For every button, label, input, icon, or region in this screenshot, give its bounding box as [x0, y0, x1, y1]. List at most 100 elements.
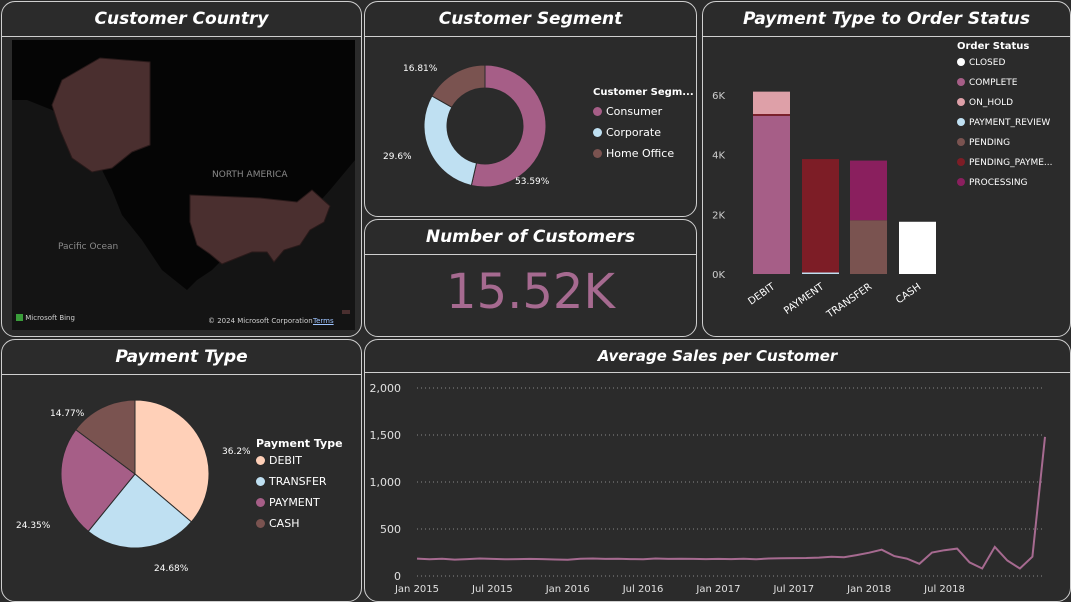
bar-segment-debit-complete[interactable]: [753, 115, 790, 274]
order-status-legend-title: Order Status: [957, 41, 1030, 52]
legend-consumer[interactable]: Consumer: [593, 105, 662, 118]
bar-segment-transfer-pending[interactable]: [850, 220, 887, 274]
y-tick-label: 4K: [712, 151, 725, 162]
legend-swatch: [957, 158, 965, 166]
legend-transfer-label: TRANSFER: [269, 475, 327, 488]
x-tick-label: Jul 2016: [622, 584, 664, 595]
x-tick-label: CASH: [894, 281, 923, 306]
customer-country-title: Customer Country: [2, 2, 361, 37]
payment-type-panel: Payment Type 36.2% 24.68% 24.35% 14.77% Pay…: [1, 339, 362, 602]
legend-swatch: [957, 118, 965, 126]
number-of-customers-title: Number of Customers: [365, 220, 696, 255]
x-tick-label: Jan 2016: [545, 584, 590, 595]
legend-label: CLOSED: [969, 58, 1006, 68]
payment-status-title: Payment Type to Order Status: [703, 2, 1070, 37]
y-tick-label: 500: [380, 523, 401, 536]
payment-type-title: Payment Type: [2, 340, 361, 375]
bar-segment-debit-on_hold[interactable]: [753, 91, 790, 115]
legend-label: PROCESSING: [969, 178, 1028, 188]
legend-swatch: [957, 58, 965, 66]
home-office-swatch: [593, 149, 602, 158]
donut-data-label: 29.6%: [383, 152, 412, 162]
consumer-swatch: [593, 107, 602, 116]
average-sales-line-chart[interactable]: 0 500 1,000 1,500 2,000 Jan 2015 Jul 2015 Jan 2…: [365, 374, 1070, 602]
pie-data-label: 14.77%: [50, 409, 85, 419]
legend-transfer[interactable]: TRANSFER: [256, 475, 327, 488]
map-terms-link[interactable]: Terms: [313, 317, 334, 325]
segment-legend-title: Customer Segm...: [593, 87, 694, 98]
map-label-pacific: Pacific Ocean: [58, 242, 119, 252]
y-tick-label: 0: [394, 570, 401, 583]
x-tick-label: Jan 2015: [394, 584, 439, 595]
legend-home-office-label: Home Office: [606, 147, 675, 160]
legend-closed[interactable]: CLOSED: [957, 58, 1005, 68]
y-tick-label: 1,500: [370, 429, 402, 442]
map-puerto-rico[interactable]: [342, 310, 350, 314]
legend-label: PAYMENT_REVIEW: [969, 118, 1051, 128]
x-tick-label: PAYMENT: [782, 281, 827, 317]
bar-segment-transfer-processing[interactable]: [850, 160, 887, 221]
map-copyright: © 2024 Microsoft Corporation: [208, 317, 313, 325]
x-tick-label: TRANSFER: [824, 281, 874, 321]
corporate-swatch: [593, 128, 602, 137]
transfer-swatch: [256, 477, 265, 486]
y-tick-label: 2,000: [370, 382, 402, 395]
legend-label: COMPLETE: [969, 78, 1018, 88]
bar-segment-payment-payment_review[interactable]: [802, 272, 839, 274]
payment-status-panel: Payment Type to Order Status 0K 2K 4K 6K DEB…: [702, 1, 1071, 337]
pie-data-label: 24.68%: [154, 564, 189, 574]
legend-corporate[interactable]: Corporate: [593, 126, 661, 139]
legend-complete[interactable]: COMPLETE: [957, 78, 1017, 88]
average-sales-panel: Average Sales per Customer 0 500 1,000 1,50…: [364, 339, 1071, 602]
bing-label: Microsoft Bing: [25, 314, 75, 322]
legend-label: ON_HOLD: [969, 98, 1014, 108]
stacked-bar-chart[interactable]: 0K 2K 4K 6K DEBIT PAYMENTTRANSFER CASH: [703, 38, 953, 337]
x-tick-label: Jul 2015: [471, 584, 513, 595]
donut-slice-home-office[interactable]: [431, 64, 486, 108]
legend-cash[interactable]: CASH: [256, 517, 299, 530]
legend-pending[interactable]: PENDING: [957, 138, 1010, 148]
map-label-north-america: NORTH AMERICA: [212, 170, 288, 180]
donut-data-label: 53.59%: [515, 177, 550, 187]
bing-logo: Microsoft Bing: [16, 314, 75, 322]
legend-swatch: [957, 178, 965, 186]
x-tick-label: DEBIT: [746, 281, 778, 308]
y-tick-label: 6K: [712, 91, 725, 102]
legend-payment_review[interactable]: PAYMENT_REVIEW: [957, 118, 1050, 128]
average-sales-line[interactable]: [416, 436, 1046, 570]
legend-corporate-label: Corporate: [606, 126, 661, 139]
legend-cash-label: CASH: [269, 517, 300, 530]
x-tick-label: Jan 2017: [695, 584, 740, 595]
legend-processing[interactable]: PROCESSING: [957, 178, 1028, 188]
bar-segment-debit-pending_payme[interactable]: [753, 114, 790, 116]
legend-swatch: [957, 138, 965, 146]
payment-swatch: [256, 498, 265, 507]
legend-home-office[interactable]: Home Office: [593, 147, 674, 160]
legend-swatch: [957, 98, 965, 106]
map-usa[interactable]: [189, 189, 331, 265]
pie-data-label: 24.35%: [16, 521, 51, 531]
legend-swatch: [957, 78, 965, 86]
x-tick-label: Jul 2018: [923, 584, 965, 595]
donut-slice-corporate[interactable]: [423, 95, 478, 187]
bing-logo-icon: [16, 314, 23, 321]
x-tick-label: Jul 2017: [772, 584, 814, 595]
legend-on_hold[interactable]: ON_HOLD: [957, 98, 1013, 108]
payment-type-pie-chart[interactable]: 36.2% 24.68% 24.35% 14.77%: [2, 376, 362, 602]
pie-data-label: 36.2%: [222, 447, 251, 457]
customer-segment-title: Customer Segment: [365, 2, 696, 37]
bar-segment-payment-pending_payme[interactable]: [802, 159, 839, 273]
legend-debit[interactable]: DEBIT: [256, 454, 302, 467]
x-tick-label: Jan 2018: [846, 584, 891, 595]
bar-segment-cash-closed[interactable]: [899, 221, 936, 274]
number-of-customers-panel: Number of Customers 15.52K: [364, 219, 697, 337]
customer-segment-panel: Customer Segment 53.59% 29.6% 16.81% Custo…: [364, 1, 697, 217]
debit-swatch: [256, 456, 265, 465]
y-tick-label: 0K: [712, 270, 725, 281]
legend-debit-label: DEBIT: [269, 454, 302, 467]
legend-consumer-label: Consumer: [606, 105, 663, 118]
legend-payment[interactable]: PAYMENT: [256, 496, 320, 509]
donut-data-label: 16.81%: [403, 64, 438, 74]
customer-map[interactable]: NORTH AMERICA Pacific Ocean Microsoft Bi…: [12, 40, 355, 330]
legend-pending_payme[interactable]: PENDING_PAYME...: [957, 158, 1052, 168]
